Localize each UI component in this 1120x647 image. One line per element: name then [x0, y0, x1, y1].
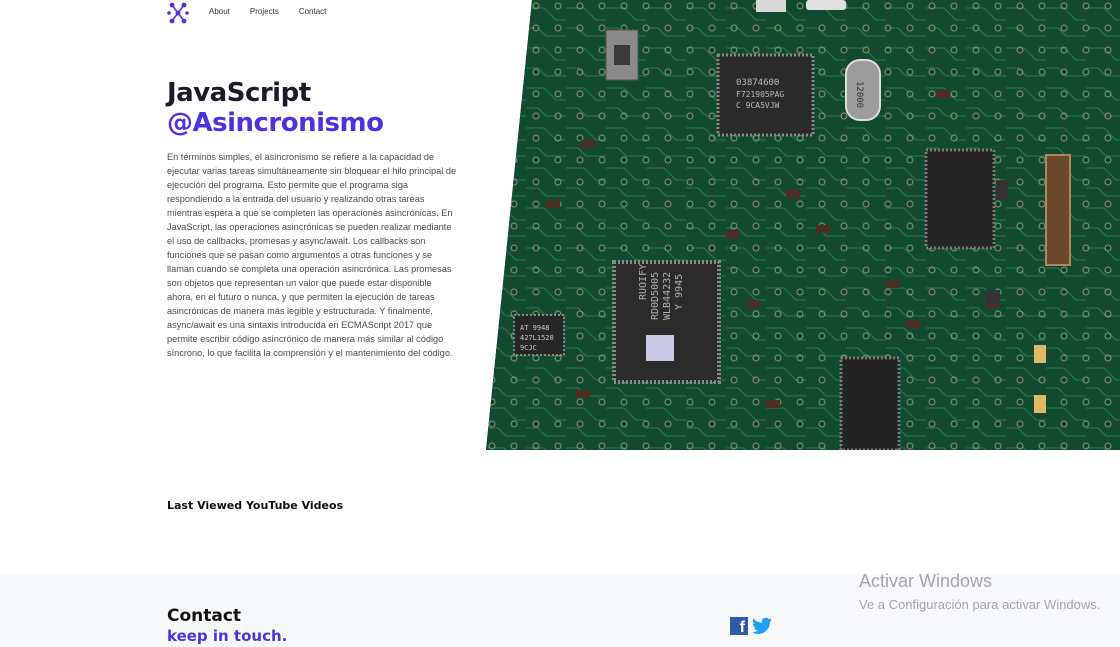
facebook-icon[interactable]: f [730, 617, 748, 635]
svg-text:C 9CA5VJW: C 9CA5VJW [736, 101, 780, 110]
svg-text:RUOIFY: RUOIFY [638, 264, 649, 300]
chip-main: RUOIFY RD0D5005 WLB44232 Y 9945 [612, 260, 721, 384]
contact-title: Contact [167, 606, 242, 626]
svg-text:RD0D5005: RD0D5005 [650, 272, 661, 320]
page-title: JavaScript @Asincronismo [167, 78, 384, 138]
svg-text:12000: 12000 [854, 81, 864, 108]
hero-description: En términos simples, el asincronismo se … [167, 152, 457, 358]
svg-text:9CJC: 9CJC [520, 344, 537, 352]
circuit-board-image: 03874600 F721905PAG C 9CA5VJW 12000 RUOI… [486, 0, 1120, 450]
chip-small: AT 9948 427L1520 9CJC [513, 314, 565, 356]
svg-text:03874600: 03874600 [736, 78, 779, 88]
title-line-javascript: JavaScript [167, 78, 311, 108]
svg-text:AT 9948: AT 9948 [520, 324, 550, 332]
nav-projects-link[interactable]: Projects [250, 7, 279, 16]
svg-text:427L1520: 427L1520 [520, 334, 554, 342]
page: About Projects Contact JavaScript @Asinc… [0, 0, 1120, 647]
watermark-line1: Activar Windows [859, 571, 993, 591]
social-links: f [730, 617, 772, 635]
nav-about-link[interactable]: About [209, 7, 230, 16]
circuit-board-illustration: 03874600 F721905PAG C 9CA5VJW 12000 RUOI… [486, 0, 1120, 450]
svg-text:F721905PAG: F721905PAG [736, 90, 784, 99]
svg-text:Y 9945: Y 9945 [674, 274, 685, 310]
molecule-logo-icon[interactable] [167, 2, 189, 24]
title-line-asincronismo: @Asincronismo [167, 108, 384, 138]
windows-activation-watermark: Activar Windows Ve a Configuración para … [859, 571, 1100, 612]
twitter-icon[interactable] [752, 617, 772, 635]
crystal-oscillator: 12000 [845, 59, 881, 121]
main-nav: About Projects Contact [209, 7, 346, 16]
section-title-youtube: Last Viewed YouTube Videos [167, 499, 344, 512]
contact-subtitle: keep in touch. [167, 627, 288, 645]
nav-contact-link[interactable]: Contact [299, 7, 327, 16]
svg-text:WLB44232: WLB44232 [662, 272, 673, 320]
watermark-line2: Ve a Configuración para activar Windows. [859, 597, 1101, 612]
chip-top: 03874600 F721905PAG C 9CA5VJW [716, 53, 815, 137]
